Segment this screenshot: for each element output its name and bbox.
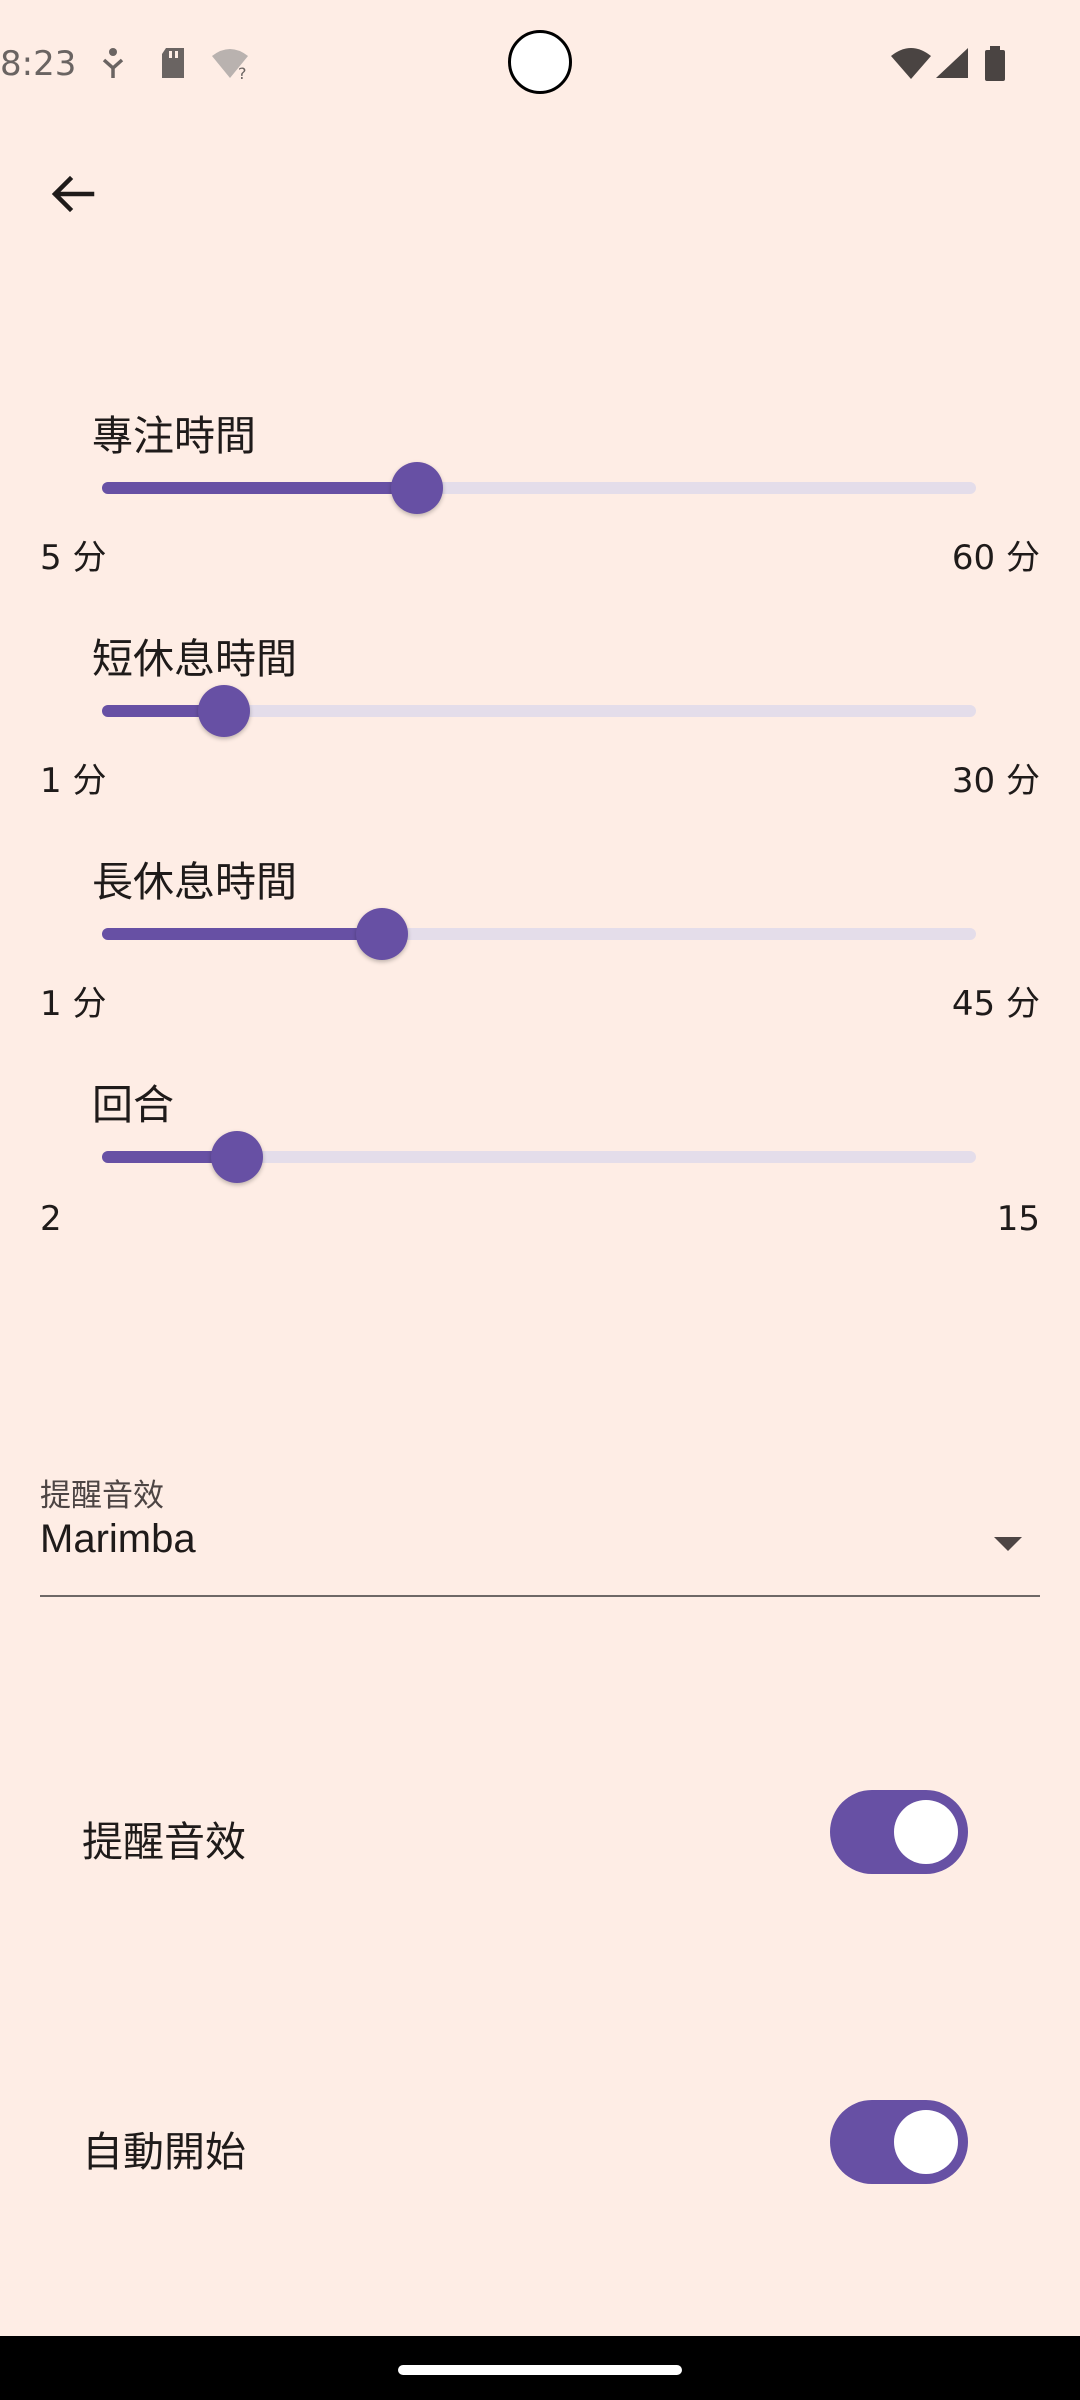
slider-track-active xyxy=(102,928,382,940)
slider-thumb[interactable] xyxy=(211,1131,264,1183)
slider-track-active xyxy=(102,482,417,494)
sound-switch-label: 提醒音效 xyxy=(82,1818,246,1866)
rounds-min-label: 2 xyxy=(40,1199,62,1239)
rounds-max-label: 15 xyxy=(996,1199,1040,1239)
battery-icon xyxy=(984,46,1006,86)
focus-time-max-label: 60 分 xyxy=(951,538,1040,578)
rounds-slider[interactable] xyxy=(102,1127,976,1187)
wifi-question-icon: ? xyxy=(210,46,254,84)
sd-card-icon xyxy=(158,46,188,84)
wifi-icon xyxy=(890,46,932,84)
accessibility-icon xyxy=(98,46,128,84)
dropdown-arrow-icon xyxy=(994,1537,1022,1551)
auto-start-switch-label: 自動開始 xyxy=(82,2128,246,2176)
focus-time-min-label: 5 分 xyxy=(40,538,107,578)
switch-knob xyxy=(894,1800,958,1864)
long-break-max-label: 45 分 xyxy=(951,984,1040,1024)
sound-dropdown-value: Marimba xyxy=(40,1517,196,1561)
focus-time-slider[interactable] xyxy=(102,458,976,518)
sound-dropdown[interactable]: Marimba xyxy=(40,1505,1040,1597)
svg-text:?: ? xyxy=(238,64,247,80)
auto-start-switch[interactable] xyxy=(830,2100,968,2184)
slider-thumb[interactable] xyxy=(355,908,408,960)
rounds-title: 回合 xyxy=(92,1081,174,1129)
signal-icon xyxy=(934,46,970,84)
status-bar: 8:23 ? xyxy=(0,0,1080,130)
short-break-max-label: 30 分 xyxy=(951,761,1040,801)
long-break-min-label: 1 分 xyxy=(40,984,107,1024)
back-button[interactable] xyxy=(36,160,108,232)
long-break-slider[interactable] xyxy=(102,904,976,964)
arrow-back-icon xyxy=(48,170,96,222)
settings-screen: 8:23 ? 專注時間 5 分 60 分 短休息時間 1 分 30 分 長休息時… xyxy=(0,0,1080,2400)
focus-time-title: 專注時間 xyxy=(92,412,256,460)
short-break-min-label: 1 分 xyxy=(40,761,107,801)
short-break-slider[interactable] xyxy=(102,681,976,741)
long-break-title: 長休息時間 xyxy=(92,858,297,906)
sound-switch[interactable] xyxy=(830,1790,968,1874)
slider-thumb[interactable] xyxy=(198,685,251,737)
home-handle[interactable] xyxy=(398,2365,682,2375)
status-time: 8:23 xyxy=(0,44,77,84)
short-break-title: 短休息時間 xyxy=(92,635,297,683)
camera-cutout xyxy=(508,30,572,94)
switch-knob xyxy=(894,2110,958,2174)
slider-thumb[interactable] xyxy=(390,462,443,514)
